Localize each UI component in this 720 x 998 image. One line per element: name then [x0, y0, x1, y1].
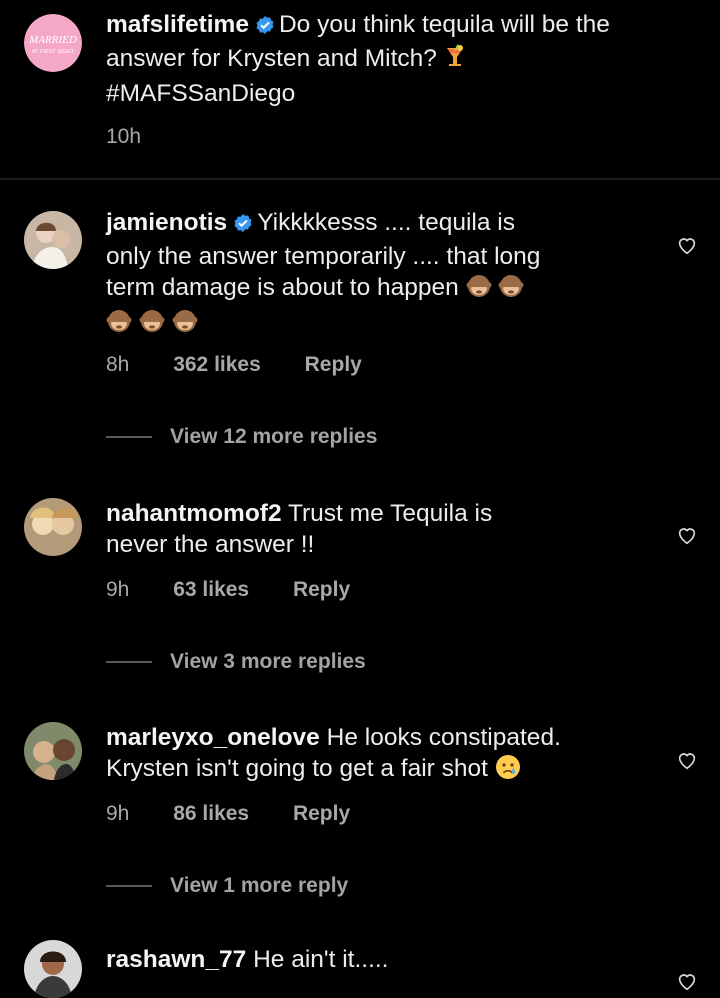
comment-time: 9h	[106, 578, 130, 601]
comment-username[interactable]: marleyxo_onelove	[106, 724, 320, 751]
comment-username[interactable]: rashawn_77	[106, 946, 246, 973]
comment-meta: 9h 86 likes Reply	[106, 802, 388, 826]
heart-outline-icon[interactable]	[676, 234, 698, 256]
comment-text: rashawn_77 He ain't it.....	[106, 944, 389, 975]
comment-line2: Krysten isn't going to get a fair shot	[106, 755, 488, 782]
view-more-replies-button[interactable]: View 12 more replies	[106, 425, 377, 449]
crying-face-emoji	[495, 754, 521, 788]
avatar-rashawn-77[interactable]	[24, 940, 82, 998]
caption-username[interactable]: mafslifetime	[106, 11, 249, 38]
caption-meta: 10h	[106, 125, 179, 149]
reply-button[interactable]: Reply	[305, 353, 362, 376]
comment-time: 9h	[106, 802, 130, 825]
thread-line	[106, 885, 152, 888]
view-more-replies-button[interactable]: View 3 more replies	[106, 650, 366, 674]
view-more-replies-button[interactable]: View 1 more reply	[106, 874, 348, 898]
avatar-logo-text: MARRIED	[28, 34, 77, 46]
see-no-evil-monkey-emoji	[466, 273, 492, 307]
comment-line2: never the answer !!	[106, 531, 315, 558]
heart-outline-icon[interactable]	[676, 970, 698, 992]
see-no-evil-monkey-emoji	[139, 308, 165, 342]
comment-line1: Trust me Tequila is	[287, 500, 493, 527]
comment-line1: He looks constipated.	[326, 724, 561, 751]
heart-outline-icon[interactable]	[676, 524, 698, 546]
caption-time: 10h	[106, 125, 142, 148]
likes-count[interactable]: 362 likes	[173, 353, 261, 376]
comment-text: nahantmomof2 Trust me Tequila is never t…	[106, 498, 492, 560]
comment-text: jamienotis Yikkkkesss .... tequila is onl…	[106, 207, 540, 342]
comment-line1: Yikkkkesss .... tequila is	[257, 209, 515, 236]
comment-text: marleyxo_onelove He looks constipated. K…	[106, 722, 561, 788]
likes-count[interactable]: 86 likes	[173, 802, 249, 825]
comment-username[interactable]: nahantmomof2	[106, 500, 282, 527]
avatar-marleyxo-onelove[interactable]	[24, 722, 82, 780]
view-more-label: View 1 more reply	[170, 874, 349, 897]
see-no-evil-monkey-emoji	[498, 273, 524, 307]
comment-time: 8h	[106, 353, 130, 376]
comment-line1: He ain't it.....	[253, 946, 389, 973]
thread-line	[106, 436, 152, 439]
reply-button[interactable]: Reply	[293, 578, 350, 601]
avatar-jamienotis[interactable]	[24, 211, 82, 269]
avatar-logo-subtext: AT FIRST SIGHT	[32, 49, 75, 55]
comment-line3: term damage is about to happen	[106, 274, 459, 301]
view-more-label: View 3 more replies	[170, 650, 366, 673]
caption-text: mafslifetime Do you think tequila will be…	[106, 9, 610, 109]
heart-outline-icon[interactable]	[676, 749, 698, 771]
caption-divider	[0, 178, 720, 180]
likes-count[interactable]: 63 likes	[173, 578, 249, 601]
comment-meta: 8h 362 likes Reply	[106, 353, 400, 377]
verified-badge-icon	[255, 12, 275, 43]
see-no-evil-monkey-emoji	[172, 308, 198, 342]
thread-line	[106, 661, 152, 664]
tropical-drink-emoji	[444, 44, 466, 78]
verified-badge-icon	[233, 210, 253, 241]
avatar-nahantmomof2[interactable]	[24, 498, 82, 556]
caption-line2: answer for Krysten and Mitch?	[106, 45, 437, 72]
caption-hashtag[interactable]: #MAFSSanDiego	[106, 80, 295, 107]
caption-line1: Do you think tequila will be the	[278, 11, 610, 38]
avatar-mafslifetime[interactable]: MARRIED AT FIRST SIGHT	[24, 14, 82, 72]
reply-button[interactable]: Reply	[293, 802, 350, 825]
comment-line2: only the answer temporarily .... that lo…	[106, 243, 541, 270]
comment-meta: 9h 63 likes Reply	[106, 578, 388, 602]
comment-username[interactable]: jamienotis	[106, 209, 227, 236]
view-more-label: View 12 more replies	[170, 425, 378, 448]
see-no-evil-monkey-emoji	[106, 308, 132, 342]
